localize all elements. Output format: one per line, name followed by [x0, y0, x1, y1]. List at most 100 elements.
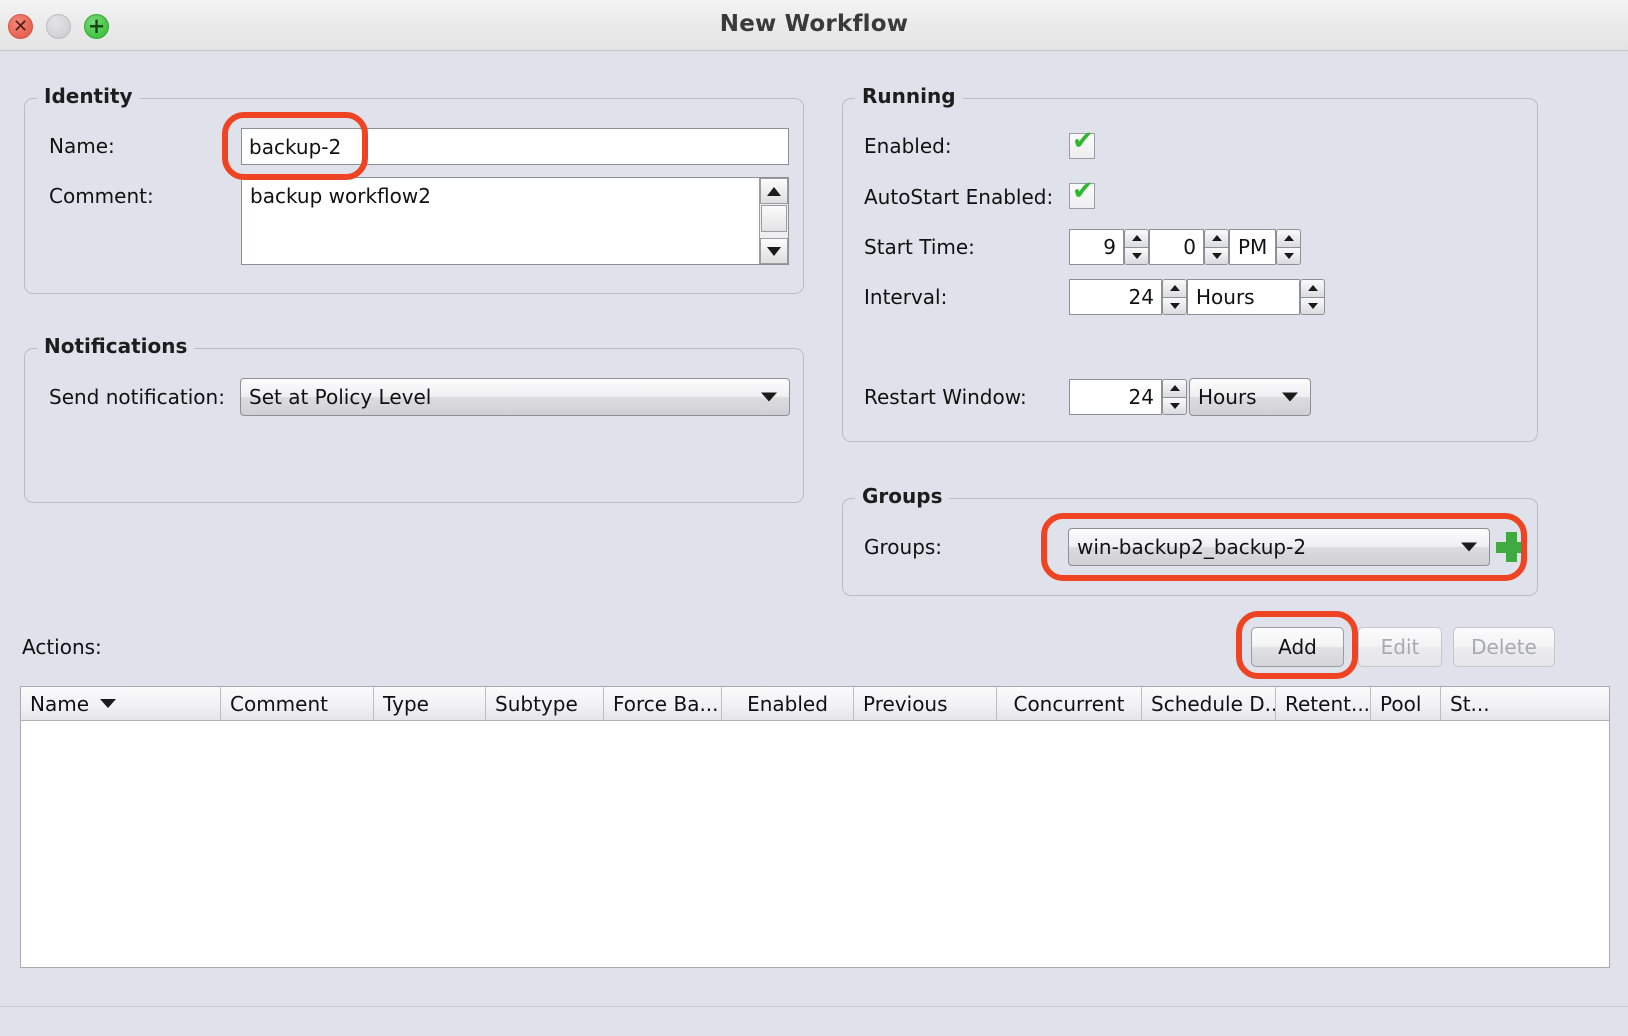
column-header[interactable]: Comment: [221, 687, 374, 720]
column-header[interactable]: Retent...: [1276, 687, 1371, 720]
autostart-enabled-checkbox[interactable]: ✔: [1069, 178, 1095, 209]
column-header-label: Force Ba...: [613, 691, 719, 716]
name-input[interactable]: backup-2: [241, 128, 789, 165]
start-minute-decrement[interactable]: [1204, 246, 1229, 265]
restart-window-amount-spinner[interactable]: 24: [1069, 379, 1187, 415]
send-notification-select[interactable]: Set at Policy Level: [240, 378, 790, 416]
add-group-button[interactable]: [1496, 532, 1526, 562]
start-minute-spinner[interactable]: 0: [1149, 229, 1229, 265]
column-header-label: Concurrent: [1013, 691, 1125, 716]
actions-table-body[interactable]: [21, 721, 1609, 967]
interval-amount-spinner[interactable]: 24: [1069, 279, 1187, 315]
sort-descending-icon: [100, 699, 117, 708]
start-minute-value[interactable]: 0: [1149, 229, 1204, 265]
chevron-down-icon: [761, 392, 777, 402]
chevron-up-icon: [1211, 235, 1222, 242]
start-hour-decrement[interactable]: [1124, 246, 1149, 265]
interval-amount-decrement[interactable]: [1162, 296, 1187, 315]
column-header-label: Name: [30, 691, 90, 716]
restart-window-increment[interactable]: [1162, 379, 1187, 397]
chevron-up-icon: [1169, 385, 1180, 392]
chevron-down-icon: [1282, 392, 1298, 402]
chevron-down-icon: [767, 246, 781, 256]
interval-amount-increment[interactable]: [1162, 279, 1187, 297]
scroll-down-button[interactable]: [760, 238, 788, 264]
enabled-checkbox[interactable]: ✔: [1069, 128, 1095, 159]
comment-input[interactable]: backup workflow2: [241, 177, 789, 265]
send-notification-value: Set at Policy Level: [249, 385, 432, 409]
restart-window-amount-value[interactable]: 24: [1069, 379, 1162, 415]
column-header[interactable]: Type: [374, 687, 486, 720]
check-icon: ✔: [1072, 176, 1094, 206]
column-header-label: Retent...: [1285, 691, 1371, 716]
column-header-label: Enabled: [747, 691, 828, 716]
chevron-up-icon: [1307, 285, 1318, 292]
chevron-down-icon: [1169, 402, 1180, 409]
chevron-down-icon: [1131, 252, 1142, 259]
send-notification-label: Send notification:: [49, 385, 225, 409]
chevron-up-icon: [1169, 285, 1180, 292]
notifications-group-title: Notifications: [37, 334, 195, 358]
comment-label: Comment:: [49, 184, 154, 208]
column-header[interactable]: Schedule D...: [1142, 687, 1276, 720]
restart-window-unit-value: Hours: [1198, 385, 1257, 409]
window-titlebar: ✕ + New Workflow: [0, 0, 1628, 51]
column-header[interactable]: Subtype: [486, 687, 604, 720]
comment-scrollbar[interactable]: [759, 178, 788, 264]
start-hour-value[interactable]: 9: [1069, 229, 1124, 265]
column-header[interactable]: Force Ba...: [604, 687, 722, 720]
chevron-up-icon: [1131, 235, 1142, 242]
chevron-up-icon: [767, 186, 781, 196]
notifications-group: Notifications: [24, 334, 804, 503]
column-header[interactable]: Concurrent: [997, 687, 1142, 720]
start-meridiem-increment[interactable]: [1276, 229, 1301, 247]
groups-value: win-backup2_backup-2: [1077, 535, 1307, 559]
add-action-button[interactable]: Add: [1251, 627, 1344, 667]
window-footer: [0, 1006, 1628, 1036]
interval-unit-increment[interactable]: [1300, 279, 1325, 297]
interval-unit-value[interactable]: Hours: [1187, 279, 1300, 315]
start-meridiem-value[interactable]: PM: [1229, 229, 1276, 265]
column-header[interactable]: Previous: [854, 687, 997, 720]
window-title: New Workflow: [719, 11, 909, 37]
restart-window-label: Restart Window:: [864, 385, 1027, 409]
column-header-label: Subtype: [495, 691, 578, 716]
interval-label: Interval:: [864, 285, 948, 309]
chevron-down-icon: [1211, 252, 1222, 259]
column-header-label: Comment: [230, 691, 328, 716]
scrollbar-thumb[interactable]: [761, 205, 787, 232]
actions-table[interactable]: Name Comment Type Subtype Force Ba... Enabled…: [20, 686, 1610, 968]
actions-table-header: Name Comment Type Subtype Force Ba... Enabled…: [21, 687, 1609, 721]
chevron-down-icon: [1283, 252, 1294, 259]
column-header[interactable]: Enabled: [722, 687, 854, 720]
start-meridiem-decrement[interactable]: [1276, 246, 1301, 265]
plus-icon-vertical: [1506, 532, 1517, 562]
name-label: Name:: [49, 134, 115, 158]
column-header-label: Schedule D...: [1151, 691, 1276, 716]
chevron-down-icon: [1169, 302, 1180, 309]
start-minute-increment[interactable]: [1204, 229, 1229, 247]
column-header-label: Type: [383, 691, 429, 716]
groups-select[interactable]: win-backup2_backup-2: [1068, 528, 1490, 566]
column-header[interactable]: Name: [21, 687, 221, 720]
enabled-label: Enabled:: [864, 134, 952, 158]
restart-window-decrement[interactable]: [1162, 396, 1187, 415]
edit-action-button: Edit: [1358, 627, 1442, 667]
chevron-down-icon: [1461, 542, 1477, 552]
interval-unit-decrement[interactable]: [1300, 296, 1325, 315]
delete-action-button: Delete: [1453, 627, 1555, 667]
actions-label: Actions:: [22, 635, 102, 659]
restart-window-unit-select[interactable]: Hours: [1189, 378, 1311, 416]
interval-unit-spinner[interactable]: Hours: [1187, 279, 1325, 315]
column-header-label: St...: [1450, 691, 1490, 716]
interval-amount-value[interactable]: 24: [1069, 279, 1162, 315]
chevron-up-icon: [1283, 235, 1294, 242]
start-hour-spinner[interactable]: 9: [1069, 229, 1149, 265]
start-meridiem-spinner[interactable]: PM: [1229, 229, 1301, 265]
start-hour-increment[interactable]: [1124, 229, 1149, 247]
column-header[interactable]: St...: [1441, 687, 1501, 720]
check-icon: ✔: [1072, 126, 1094, 156]
column-header[interactable]: Pool: [1371, 687, 1441, 720]
running-group-title: Running: [855, 84, 963, 108]
scroll-up-button[interactable]: [760, 178, 788, 204]
